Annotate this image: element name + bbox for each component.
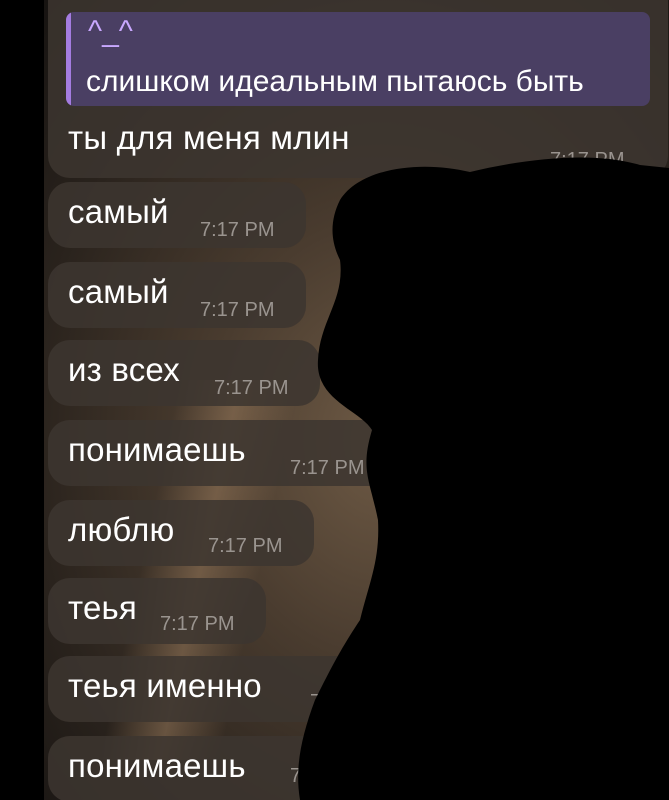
message-text: теья (68, 589, 137, 626)
message-bubble[interactable]: понимаешь 7:17 PM (48, 736, 398, 800)
message-text: самый (68, 193, 169, 230)
message-text: самый (68, 273, 169, 310)
message-bubble[interactable]: теья 7:17 PM (48, 578, 266, 644)
message-bubble[interactable]: понимаешь 7:17 PM (48, 420, 398, 486)
message-bubble[interactable]: из всех 7:17 PM (48, 340, 320, 406)
message-bubble-reply[interactable]: ^_^ слишком идеальным пытаюсь быть ты дл… (48, 0, 668, 178)
message-text: теья именно (68, 667, 262, 704)
left-black-border (0, 0, 44, 800)
message-text: из всех (68, 351, 180, 388)
message-time: 7:17 PM (290, 457, 365, 479)
reply-quote-bar (66, 12, 71, 106)
message-text: люблю (68, 511, 175, 548)
reply-quote-text: слишком идеальным пытаюсь быть (86, 65, 584, 98)
message-bubble[interactable]: люблю 7:17 PM (48, 500, 314, 566)
message-time: 7:17 PM (310, 691, 385, 713)
chat-screen: ^_^ слишком идеальным пытаюсь быть ты дл… (0, 0, 669, 800)
message-text: понимаешь (68, 747, 246, 784)
message-time: 7:17 PM (290, 765, 365, 787)
message-time: 7:17 PM (200, 299, 275, 321)
message-time: 7:17 PM (200, 219, 275, 241)
message-bubble[interactable]: самый 7:17 PM (48, 182, 306, 248)
message-text: ты для меня млин (68, 119, 350, 156)
message-bubble[interactable]: теья именно 7:17 PM (48, 656, 408, 722)
reply-quote-emoticon: ^_^ (88, 15, 133, 48)
message-time: 7:17 PM (550, 149, 625, 171)
message-bubble[interactable]: самый 7:17 PM (48, 262, 306, 328)
message-time: 7:17 PM (160, 613, 235, 635)
message-time: 7:17 PM (214, 377, 289, 399)
message-text: понимаешь (68, 431, 246, 468)
reply-quote[interactable]: ^_^ слишком идеальным пытаюсь быть (66, 12, 650, 106)
message-time: 7:17 PM (208, 535, 283, 557)
